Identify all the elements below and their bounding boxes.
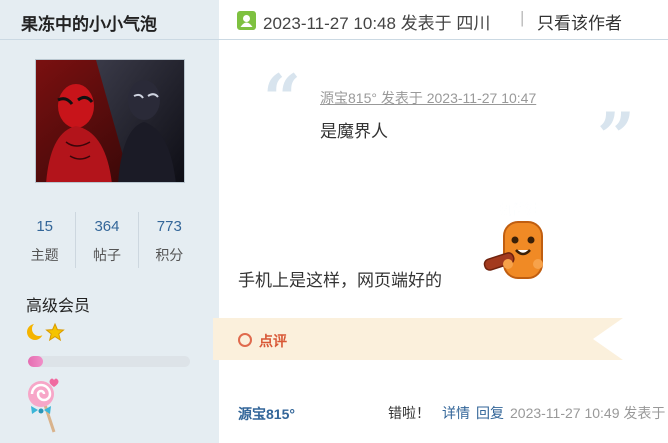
stat-value[interactable]: 364 [76,218,137,235]
comment-button[interactable]: 点评 [259,331,287,351]
stat-label: 帖子 [92,247,121,263]
stat-value[interactable]: 773 [139,218,200,235]
open-quote-icon: “ [263,60,301,138]
online-user-icon [237,11,256,30]
stat-label: 主题 [30,247,59,263]
quote-source-link[interactable]: 源宝815° 发表于 2023-11-27 10:47 [320,88,536,108]
stat-label: 积分 [155,247,184,263]
level-icons [26,321,66,343]
reply-time: 2023-11-27 10:49 发表于 [510,405,666,421]
post-time: 2023-11-27 10:48 发表于 四川 [263,14,491,33]
star-icon [45,322,65,342]
level-progress-bar [28,356,190,367]
reply-reply-link[interactable]: 回复 [476,403,504,423]
stat-points[interactable]: 773 积分 [137,212,200,268]
comment-icon[interactable] [238,333,252,347]
avatar[interactable] [35,59,185,183]
username-bar: 果冻中的小小气泡 [0,0,219,40]
soy-sauce-sticker-icon: 打酱油 [482,198,558,284]
lollipop-medal-icon[interactable] [24,376,64,434]
quote-text: 是魔界人 [320,122,388,141]
reply-text: 错啦！ [388,405,430,421]
sticker-caption: 打酱油 [500,202,539,218]
username[interactable]: 果冻中的小小气泡 [21,10,157,35]
moon-icon [27,322,46,340]
reply-author-link[interactable]: 源宝815° [238,404,295,424]
post-header: 2023-11-27 10:48 发表于 四川 | 只看该作者 [219,0,668,40]
stat-value[interactable]: 15 [14,218,75,235]
stat-posts[interactable]: 364 帖子 [75,212,137,268]
user-stats: 15 主题 364 帖子 773 积分 [14,212,200,268]
author-only-link[interactable]: 只看该作者 [537,9,622,34]
reply-detail-link[interactable]: 详情 [442,403,470,423]
level-progress-fill [28,356,43,367]
stat-topics[interactable]: 15 主题 [14,212,75,268]
close-quote-icon: ” [597,98,635,176]
post-body-text: 手机上是这样，网页端好的 [238,271,442,290]
user-rank[interactable]: 高级会员 [26,292,90,316]
header-divider: | [520,8,525,27]
user-sidebar: 果冻中的小小气泡 15 主题 364 帖子 773 积分 高级会员 [0,0,219,443]
